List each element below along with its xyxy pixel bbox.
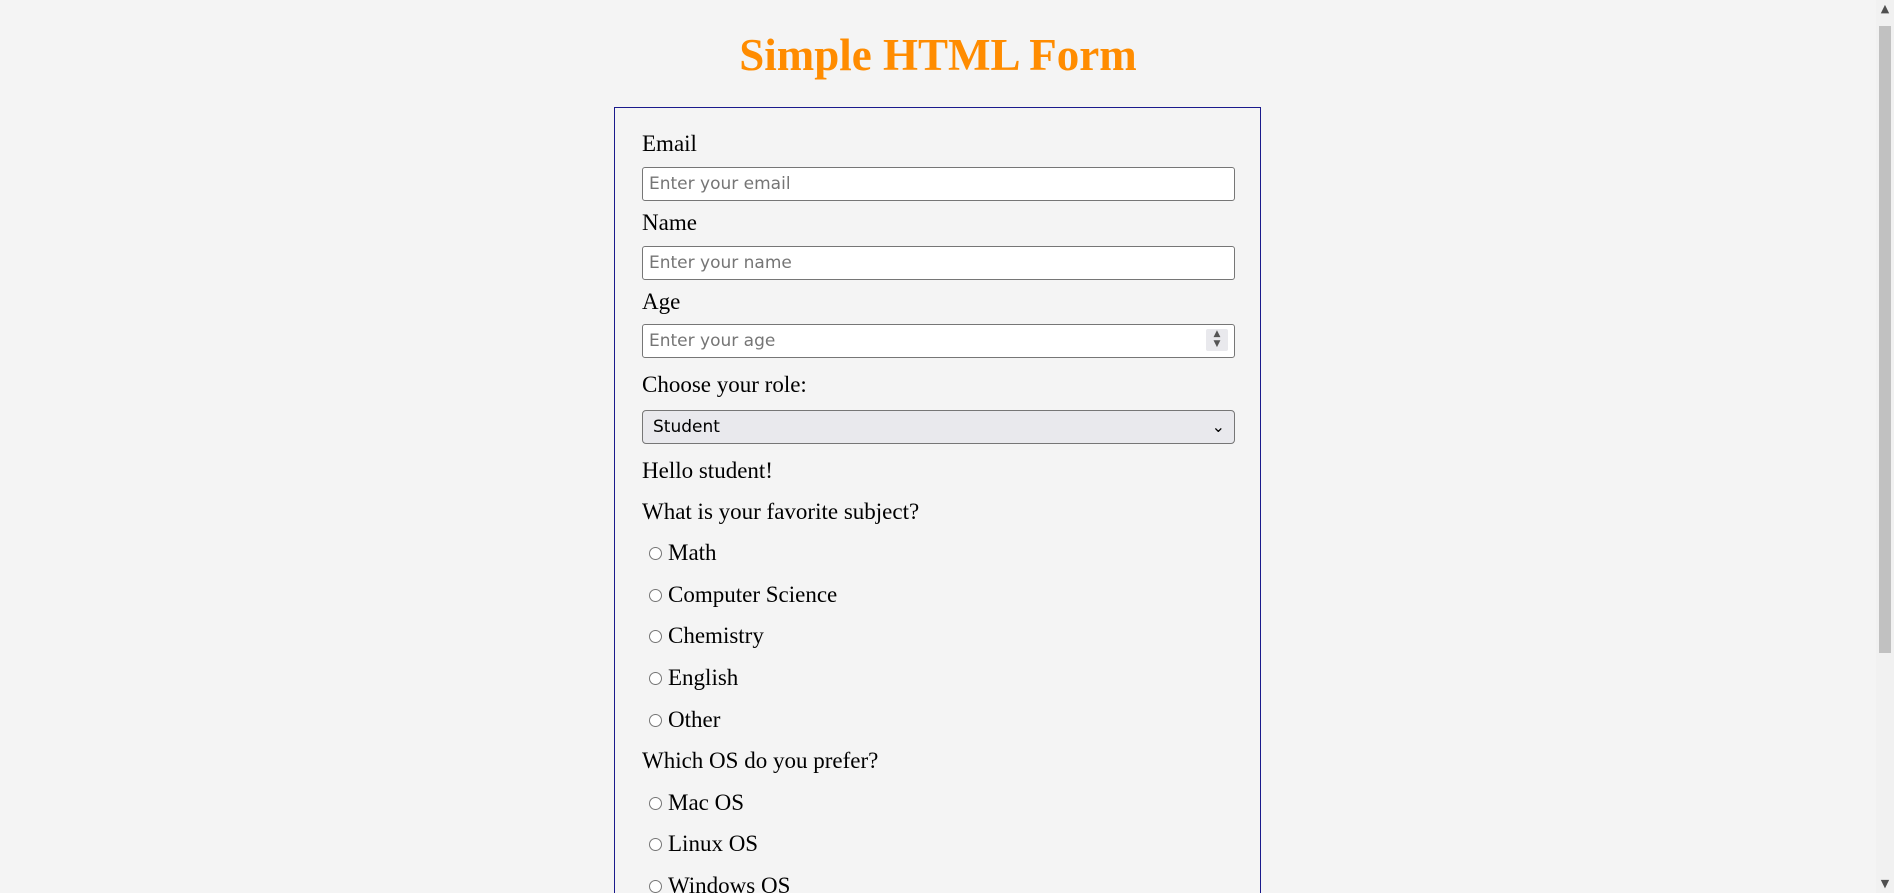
name-field[interactable]: [642, 246, 1235, 280]
os-option-linux[interactable]: Linux OS: [649, 830, 758, 858]
os-question: Which OS do you prefer?: [642, 748, 879, 773]
radio-button[interactable]: [649, 588, 662, 602]
age-field-wrapper: ▲▼: [615, 324, 1260, 358]
greeting-text: Hello student!: [642, 458, 773, 483]
chevron-down-icon[interactable]: ▼: [1876, 875, 1894, 893]
radio-button[interactable]: [649, 671, 662, 685]
page-title: Simple HTML Form: [739, 30, 1137, 80]
radio-button[interactable]: [649, 837, 662, 851]
email-label: Email: [642, 131, 697, 156]
radio-label: Chemistry: [668, 623, 764, 648]
radio-label: Linux OS: [668, 831, 759, 856]
chevron-down-icon: ⌄: [1211, 417, 1225, 436]
radio-button[interactable]: [649, 546, 662, 560]
os-option-mac[interactable]: Mac OS: [649, 789, 744, 817]
radio-label: Other: [668, 707, 721, 732]
radio-button[interactable]: [649, 879, 662, 893]
page-scrollbar[interactable]: ▲ ▼: [1876, 0, 1894, 893]
age-label: Age: [642, 289, 681, 314]
subject-option-computer-science[interactable]: Computer Science: [649, 581, 837, 609]
role-select[interactable]: Student ⌄: [642, 410, 1235, 444]
subject-option-other[interactable]: Other: [649, 706, 720, 734]
radio-button[interactable]: [649, 629, 662, 643]
radio-button[interactable]: [649, 796, 662, 810]
subject-option-math[interactable]: Math: [649, 539, 717, 567]
role-selected-value: Student: [653, 417, 720, 437]
os-option-windows[interactable]: Windows OS: [649, 872, 790, 893]
radio-button[interactable]: [649, 713, 662, 727]
subject-option-english[interactable]: English: [649, 664, 738, 692]
age-field[interactable]: [642, 324, 1235, 358]
spinner-icon[interactable]: ▲ ▼: [1206, 329, 1228, 351]
subject-question: What is your favorite subject?: [642, 499, 920, 524]
radio-label: English: [668, 665, 739, 690]
radio-label: Computer Science: [668, 582, 838, 607]
radio-label: Windows OS: [668, 873, 791, 893]
role-label: Choose your role:: [642, 372, 807, 397]
page: Simple HTML Form Email Name Age ▲▼ Choos…: [0, 0, 1894, 893]
chevron-up-icon[interactable]: ▲: [1876, 0, 1894, 18]
email-field[interactable]: [642, 167, 1235, 201]
radio-label: Math: [668, 540, 717, 565]
radio-label: Mac OS: [668, 790, 745, 815]
name-label: Name: [642, 210, 697, 235]
survey-form: Email Name Age ▲▼ Choose your role: Stud…: [614, 107, 1261, 893]
scrollbar-thumb[interactable]: [1879, 26, 1891, 653]
subject-option-chemistry[interactable]: Chemistry: [649, 622, 764, 650]
